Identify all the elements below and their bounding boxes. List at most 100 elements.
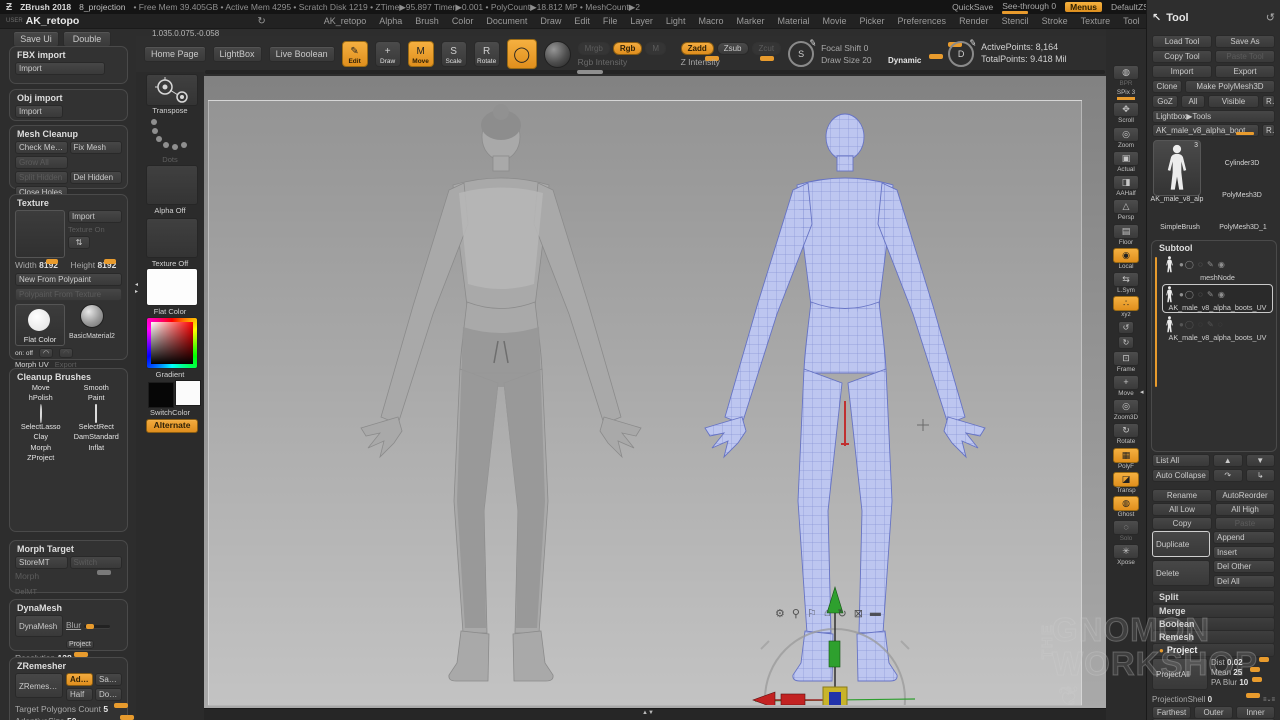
menu-item[interactable]: Color [452, 16, 474, 26]
same-button[interactable]: Same [95, 673, 122, 686]
save-as-button[interactable]: Save As [1215, 35, 1275, 48]
brush-button[interactable]: hPolish [15, 394, 67, 402]
actual-button[interactable]: ▣ Actual [1111, 151, 1141, 173]
fbx-import-button[interactable]: Import [15, 62, 105, 75]
dial-icon[interactable]: ◠ [39, 348, 53, 358]
subtool-item[interactable]: ●◯ ◌ ✎ ◉ AK_male_v8_alpha_boots_UV [1162, 284, 1273, 313]
blur-slider[interactable]: Blur [66, 620, 110, 630]
menu-item[interactable]: AK_retopo [324, 16, 367, 26]
list-all-button[interactable]: List All [1152, 454, 1210, 467]
menu-item[interactable]: Render [959, 16, 989, 26]
subtool-bwd-button[interactable]: ↳ [1246, 469, 1276, 482]
texture-on-button[interactable]: Texture On [68, 225, 122, 234]
make-polymesh3d-button[interactable]: Make PolyMesh3D [1185, 80, 1275, 93]
goz-r-button[interactable]: R [1262, 95, 1275, 108]
local-button[interactable]: ◉ Local [1111, 248, 1141, 270]
delete-button[interactable]: Delete [1152, 560, 1210, 586]
polypaint-from-texture-button[interactable]: Polypaint From Texture [15, 288, 122, 301]
duplicate-button[interactable]: Duplicate [1152, 531, 1210, 557]
dynamic-label[interactable]: Dynamic [888, 56, 921, 65]
del-all-button[interactable]: Del All [1213, 575, 1275, 588]
gizmo-reset-icon[interactable]: ↻ [837, 607, 846, 620]
color-picker-gradient[interactable] [151, 322, 193, 364]
scene-3d[interactable] [209, 101, 1081, 705]
mrgb-button[interactable]: Mrgb [578, 42, 610, 55]
menu-item[interactable]: Preferences [898, 16, 947, 26]
double-size-button[interactable]: Double [95, 688, 122, 701]
zoom3d-button[interactable]: ◎ Zoom3D [1111, 399, 1141, 421]
brush-button[interactable]: DamStandard [71, 433, 123, 441]
dial-icon-2[interactable]: ◠ [59, 348, 73, 358]
all-low-button[interactable]: All Low [1152, 503, 1212, 516]
canvas-scroll-widget[interactable]: ▲▼ [642, 710, 654, 716]
mesh-cleanup-button[interactable]: Del Hidden [70, 171, 123, 184]
morph-slider[interactable]: Morph [15, 571, 122, 581]
all-high-button[interactable]: All High [1215, 503, 1275, 516]
color-picker-tile[interactable] [146, 317, 198, 369]
switch-color-swatches[interactable] [148, 380, 200, 406]
del-other-button[interactable]: Del Other [1213, 560, 1275, 573]
brush-button[interactable]: Move [15, 384, 67, 392]
append-button[interactable]: Append [1213, 531, 1275, 544]
remesh-section[interactable]: Remesh [1152, 630, 1275, 644]
menu-item[interactable]: Tool [1123, 16, 1140, 26]
dots-stroke-tile[interactable] [146, 116, 198, 156]
clone-button[interactable]: Clone [1152, 80, 1182, 93]
subtool-toggle-icons[interactable]: ●◯ ◌ ✎ ◉ [1179, 290, 1226, 299]
brush-button[interactable]: Paint [71, 394, 123, 402]
subtool-fwd-button[interactable]: ↷ [1213, 469, 1243, 482]
adapt-button[interactable]: Adapt [66, 673, 93, 686]
menu-item[interactable]: Picker [860, 16, 885, 26]
move-button[interactable]: + Move [1111, 375, 1141, 397]
aahalf-button[interactable]: ◨ AAHalf [1111, 175, 1141, 197]
half-button[interactable]: Half [66, 688, 93, 701]
mesh-cleanup-button[interactable]: Check Mesh In [15, 141, 68, 154]
z-intensity-slider[interactable]: Z Intensity [681, 57, 777, 67]
canvas[interactable]: ⚙⚲⚐⌂↻⊠▬ [204, 76, 1106, 708]
brush-button[interactable]: SelectRect [71, 405, 123, 431]
boolean-section[interactable]: Boolean [1152, 617, 1275, 631]
xpose-button[interactable]: ✳ Xpose [1111, 544, 1141, 566]
subtool-down-button[interactable]: ▼ [1246, 454, 1276, 467]
scale-mode-button[interactable]: S Scale [441, 41, 467, 67]
basic-material-sphere[interactable] [80, 304, 104, 328]
gizmo-lock-icon[interactable]: ⊠ [854, 607, 863, 620]
subtool-up-button[interactable]: ▲ [1213, 454, 1243, 467]
dynamesh-button[interactable]: DynaMesh [15, 615, 63, 637]
onoff-toggle[interactable]: on: off [15, 350, 33, 357]
double-button[interactable]: Double [63, 31, 111, 47]
rotate-button[interactable]: ↻ Rotate [1111, 423, 1141, 445]
brush-button[interactable]: Smooth [71, 384, 123, 392]
menu-item[interactable]: Movie [823, 16, 847, 26]
transp-button[interactable]: ◪ Transp [1111, 472, 1141, 494]
gizmo-x-handle[interactable] [781, 694, 805, 705]
frame-button[interactable]: ⊡ Frame [1111, 351, 1141, 373]
goz-all-button[interactable]: All [1181, 95, 1205, 108]
edit-mode-button[interactable]: ✎ Edit [342, 41, 368, 67]
panel-history-icon[interactable]: ↺ [1266, 11, 1275, 24]
gizmo-menu-icon[interactable]: ▬ [870, 607, 881, 620]
lightbox-button[interactable]: LightBox [213, 46, 262, 62]
gizmo-pin-icon[interactable]: ⚲ [792, 607, 800, 620]
menu-item[interactable]: Stroke [1042, 16, 1068, 26]
merge-section[interactable]: Merge [1152, 604, 1275, 618]
zremesher-button[interactable]: ZRemesher [15, 673, 63, 698]
document-area[interactable]: ⚙⚲⚐⌂↻⊠▬ [208, 100, 1082, 706]
menus-button[interactable]: Menus [1065, 2, 1102, 12]
texture-import-button[interactable]: Import [68, 210, 122, 223]
gizmo-center-dot[interactable] [829, 692, 841, 705]
paste-subtool-button[interactable]: Paste [1215, 517, 1275, 530]
texture-width-slider[interactable]: Width 8192 [15, 260, 67, 270]
project-all-button[interactable]: ProjectAll [1152, 658, 1208, 690]
polyf-button[interactable]: ▦ PolyF [1111, 448, 1141, 470]
insert-button[interactable]: Insert [1213, 546, 1275, 559]
paste-tool-button[interactable]: Paste Tool [1215, 50, 1275, 63]
secondary-color-swatch[interactable] [175, 380, 201, 406]
lsym-button[interactable]: ⇆ L.Sym [1111, 272, 1141, 294]
mean-slider[interactable]: Mean 25 [1211, 668, 1275, 677]
menu-item[interactable]: Document [486, 16, 527, 26]
menu-item[interactable]: File [603, 16, 618, 26]
flat-color-tile[interactable] [146, 268, 198, 306]
adaptive-size-slider[interactable]: AdaptiveSize 50 [15, 716, 122, 720]
menu-item[interactable]: Marker [736, 16, 764, 26]
